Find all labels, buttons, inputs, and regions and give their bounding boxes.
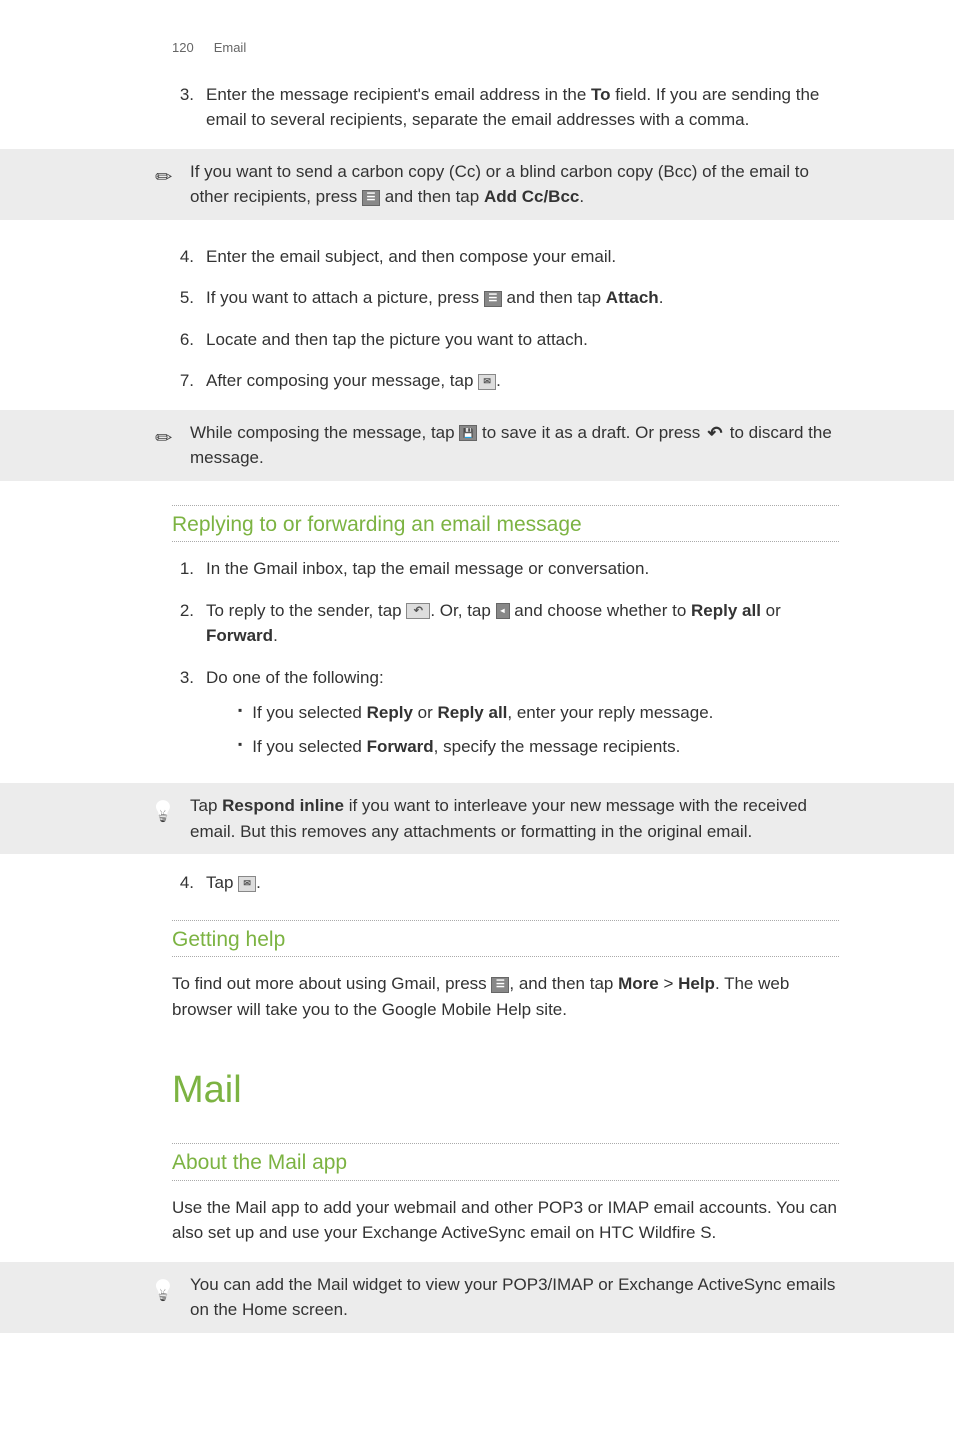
send-icon: [478, 374, 496, 390]
about-paragraph: Use the Mail app to add your webmail and…: [172, 1195, 839, 1246]
lightbulb-icon: [150, 793, 176, 827]
step-text: Enter the email subject, and then compos…: [206, 244, 839, 270]
step-text: Locate and then tap the picture you want…: [206, 327, 839, 353]
reply-step-1: 1. In the Gmail inbox, tap the email mes…: [172, 556, 839, 582]
note-text: You can add the Mail widget to view your…: [190, 1272, 839, 1323]
step-text: If you want to attach a picture, press a…: [206, 285, 839, 311]
step-6: 6. Locate and then tap the picture you w…: [172, 327, 839, 353]
note-widget: You can add the Mail widget to view your…: [0, 1262, 954, 1333]
step-7: 7. After composing your message, tap .: [172, 368, 839, 394]
heading-mail: Mail: [172, 1062, 839, 1119]
step-number: 5.: [172, 285, 194, 311]
steps-list-b: 4. Enter the email subject, and then com…: [172, 244, 839, 394]
page-number: 120: [172, 38, 194, 58]
send-icon: [238, 876, 256, 892]
reply-icon: [406, 603, 430, 619]
step-5: 5. If you want to attach a picture, pres…: [172, 285, 839, 311]
step-4: 4. Enter the email subject, and then com…: [172, 244, 839, 270]
step-number: 4.: [172, 244, 194, 270]
back-icon: [705, 425, 725, 441]
step-number: 3.: [172, 82, 194, 133]
step-number: 3.: [172, 665, 194, 768]
steps-list-a: 3. Enter the message recipient's email a…: [172, 82, 839, 133]
note-respond-inline: Tap Respond inline if you want to interl…: [0, 783, 954, 854]
pencil-icon: ✎: [142, 415, 184, 457]
step-number: 7.: [172, 368, 194, 394]
section-name: Email: [214, 38, 247, 58]
step-number: 4.: [172, 870, 194, 896]
step-number: 1.: [172, 556, 194, 582]
menu-icon: [362, 190, 380, 206]
bullet-forward: If you selected Forward, specify the mes…: [238, 734, 839, 760]
step-text: Enter the message recipient's email addr…: [206, 82, 839, 133]
save-icon: [459, 425, 477, 441]
heading-about-mail: About the Mail app: [172, 1143, 839, 1181]
step-text: Tap .: [206, 870, 839, 896]
bullet-reply: If you selected Reply or Reply all, ente…: [238, 700, 839, 726]
pencil-icon: ✎: [142, 154, 184, 196]
note-cc-bcc: ✎ If you want to send a carbon copy (Cc)…: [0, 149, 954, 220]
heading-replying: Replying to or forwarding an email messa…: [172, 505, 839, 543]
page-header: 120 Email: [0, 0, 954, 58]
bullet-list: If you selected Reply or Reply all, ente…: [238, 700, 839, 759]
heading-help: Getting help: [172, 920, 839, 958]
menu-icon: [484, 291, 502, 307]
step-number: 2.: [172, 598, 194, 649]
step-3: 3. Enter the message recipient's email a…: [172, 82, 839, 133]
note-text: Tap Respond inline if you want to interl…: [190, 793, 839, 844]
lightbulb-icon: [150, 1272, 176, 1306]
steps-list-c: 4. Tap .: [172, 870, 839, 896]
step-text: After composing your message, tap .: [206, 368, 839, 394]
dropdown-icon: [496, 603, 510, 619]
step-text: In the Gmail inbox, tap the email messag…: [206, 556, 839, 582]
help-paragraph: To find out more about using Gmail, pres…: [172, 971, 839, 1022]
note-draft: ✎ While composing the message, tap to sa…: [0, 410, 954, 481]
note-text: If you want to send a carbon copy (Cc) o…: [190, 159, 839, 210]
reply-step-2: 2. To reply to the sender, tap . Or, tap…: [172, 598, 839, 649]
step-4b: 4. Tap .: [172, 870, 839, 896]
steps-reply: 1. In the Gmail inbox, tap the email mes…: [172, 556, 839, 767]
note-text: While composing the message, tap to save…: [190, 420, 839, 471]
step-text: To reply to the sender, tap . Or, tap an…: [206, 598, 839, 649]
reply-step-3: 3. Do one of the following: If you selec…: [172, 665, 839, 768]
step-number: 6.: [172, 327, 194, 353]
menu-icon: [491, 977, 509, 993]
step-text: Do one of the following: If you selected…: [206, 665, 839, 768]
